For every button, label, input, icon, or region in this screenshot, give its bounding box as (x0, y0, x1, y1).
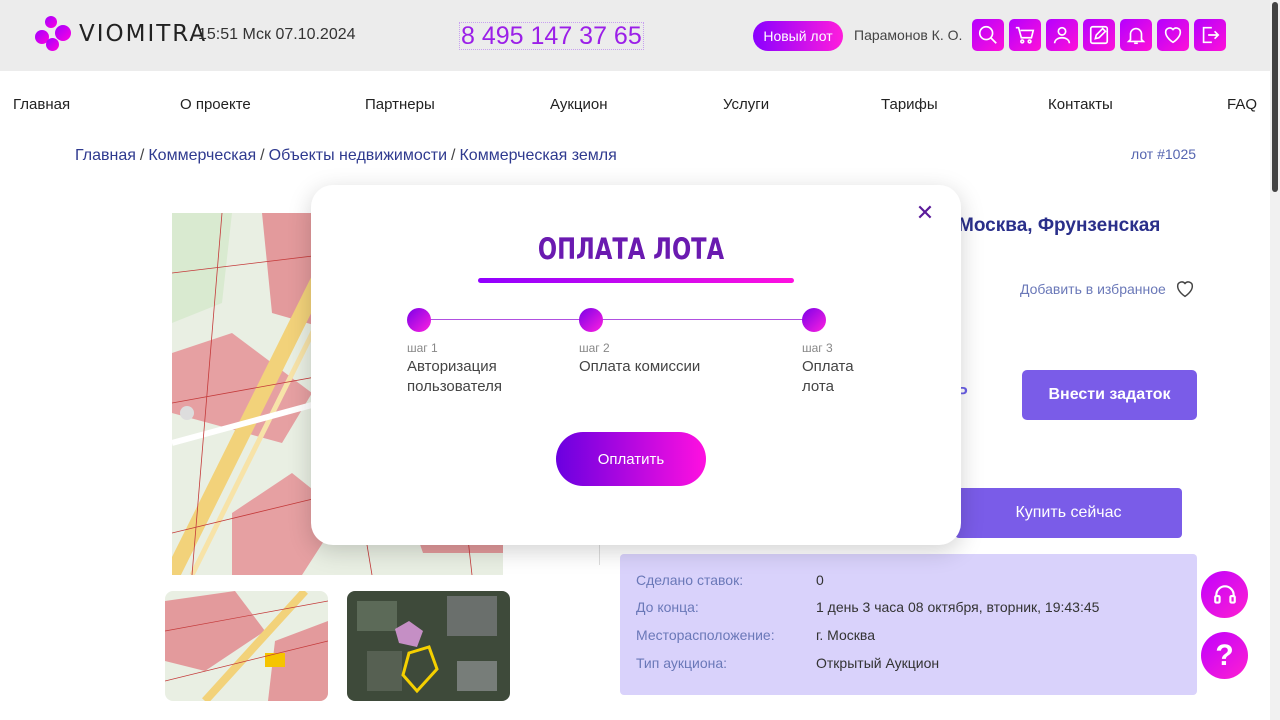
nav-item-partners[interactable]: Партнеры (365, 96, 435, 113)
breadcrumb: Главная / Коммерческая / Объекты недвижимост… (75, 147, 617, 165)
step-label: шаг 1 (407, 341, 438, 355)
question-icon: ? (1215, 638, 1234, 672)
info-value: 0 (816, 572, 824, 588)
logout-icon[interactable] (1194, 19, 1226, 51)
main-nav: Главная О проекте Партнеры Аукцион Услуг… (0, 96, 1270, 118)
nav-item-contacts[interactable]: Контакты (1048, 96, 1113, 113)
search-icon[interactable] (972, 19, 1004, 51)
nav-item-faq[interactable]: FAQ (1227, 96, 1257, 113)
add-to-favorites[interactable]: Добавить в избранное (1020, 278, 1196, 300)
close-icon[interactable]: ✕ (914, 202, 936, 224)
server-clock: 15:51 Мск 07.10.2024 (198, 26, 356, 43)
lot-thumbnail[interactable] (347, 591, 510, 701)
breadcrumb-item[interactable]: Коммерческая (148, 147, 256, 164)
logo[interactable]: VIOMITRA (35, 16, 207, 52)
pay-button[interactable]: Оплатить (556, 432, 706, 486)
breadcrumb-separator: / (451, 147, 456, 164)
user-name[interactable]: Парамонов К. О. (854, 27, 962, 43)
cart-icon[interactable] (1009, 19, 1041, 51)
heart-icon (1176, 281, 1193, 298)
step-text: Авторизация пользователя (407, 358, 502, 395)
favorite-label: Добавить в избранное (1020, 281, 1166, 297)
breadcrumb-separator: / (260, 147, 265, 164)
new-lot-button[interactable]: Новый лот (753, 21, 843, 51)
logo-text: VIOMITRA (79, 21, 208, 47)
auction-info-panel: Сделано ставок: 0 До конца: 1 день 3 часа … (620, 554, 1197, 695)
header-actions (972, 19, 1226, 51)
step-dot (802, 308, 826, 332)
step-dot (407, 308, 431, 332)
breadcrumb-separator: / (139, 147, 145, 164)
deposit-button[interactable]: Внести задаток (1022, 370, 1197, 420)
nav-item-about[interactable]: О проекте (180, 96, 251, 113)
step-dot (579, 308, 603, 332)
info-key: Сделано ставок: (636, 572, 744, 588)
step-label: шаг 3 (802, 341, 833, 355)
help-button[interactable]: ? (1201, 632, 1248, 679)
title-underline (478, 278, 794, 283)
nav-item-home[interactable]: Главная (13, 96, 70, 113)
site-header: VIOMITRA 15:51 Мск 07.10.2024 8 495 147 … (0, 0, 1270, 71)
info-key: Месторасположение: (636, 627, 775, 643)
edit-icon[interactable] (1083, 19, 1115, 51)
headset-icon (1213, 584, 1236, 604)
info-value: Открытый Аукцион (816, 655, 940, 671)
info-key: До конца: (636, 599, 699, 615)
modal-title: ОПЛАТА ЛОТА (537, 232, 725, 266)
nav-item-tariffs[interactable]: Тарифы (881, 96, 938, 113)
step-label: шаг 2 (579, 341, 610, 355)
info-key: Тип аукциона: (636, 655, 728, 671)
step-text: Оплата лота (802, 358, 854, 395)
breadcrumb-item[interactable]: Коммерческая земля (459, 147, 616, 164)
nav-item-auction[interactable]: Аукцион (550, 96, 608, 113)
buy-now-button[interactable]: Купить сейчас (955, 488, 1182, 538)
lot-title: Москва, Фрунзенская (958, 215, 1161, 236)
steps-track (418, 319, 818, 320)
scrollbar-thumb[interactable] (1272, 2, 1278, 192)
heart-icon[interactable] (1157, 19, 1189, 51)
breadcrumb-item[interactable]: Объекты недвижимости (269, 147, 447, 164)
payment-modal: ✕ ОПЛАТА ЛОТА шаг 1 шаг 2 шаг 3 Авториза… (311, 185, 961, 545)
breadcrumb-item[interactable]: Главная (75, 147, 136, 164)
step-text: Оплата комиссии (579, 358, 701, 375)
info-value: 1 день 3 часа 08 октября, вторник, 19:43… (816, 599, 1100, 615)
bell-icon[interactable] (1120, 19, 1152, 51)
support-button[interactable] (1201, 571, 1248, 618)
nav-item-services[interactable]: Услуги (723, 96, 769, 113)
user-icon[interactable] (1046, 19, 1078, 51)
logo-mark-icon (35, 16, 71, 52)
lot-number: лот #1025 (1131, 146, 1197, 162)
phone-link[interactable]: 8 495 147 37 65 (459, 22, 644, 50)
lot-thumbnail[interactable] (165, 591, 328, 701)
info-value: г. Москва (816, 627, 875, 643)
